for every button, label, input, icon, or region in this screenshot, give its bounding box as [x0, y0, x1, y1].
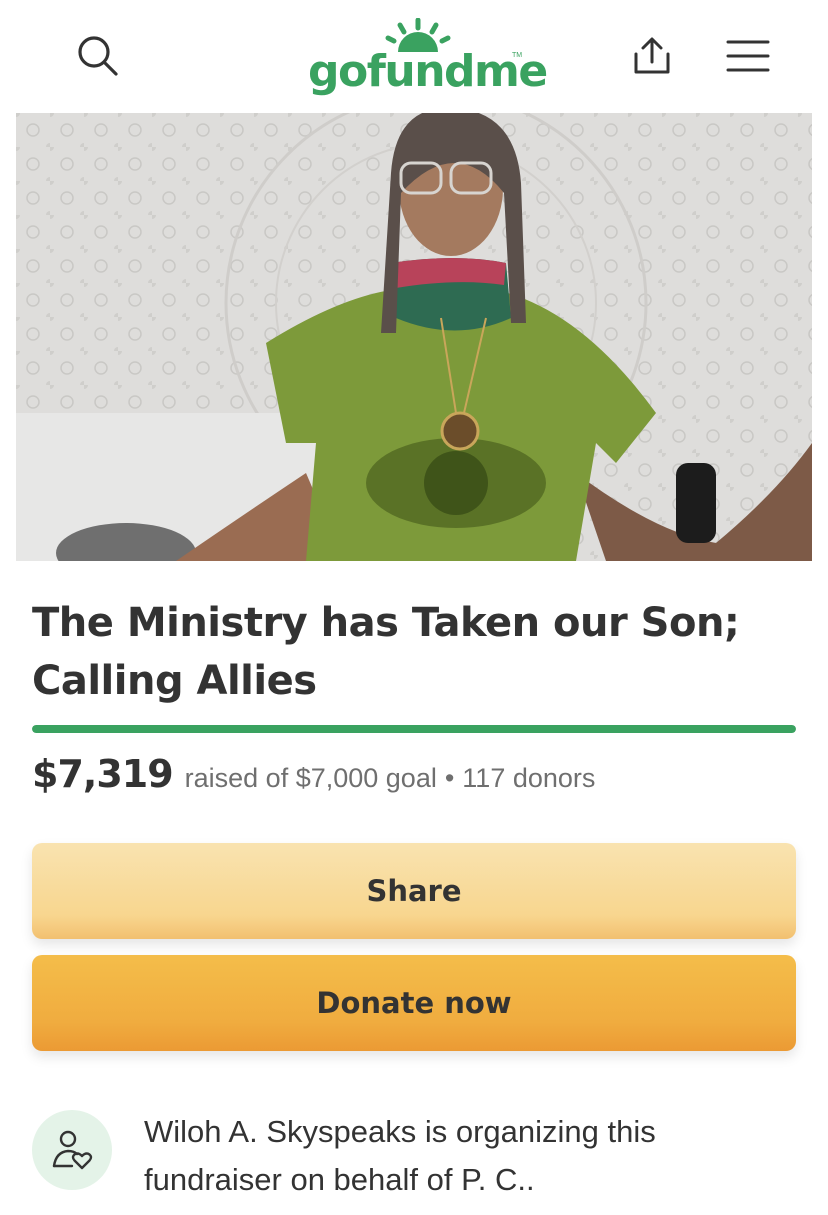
search-button[interactable]: [70, 28, 126, 84]
hamburger-menu-icon: [726, 40, 770, 72]
progress-bar-fill: [32, 725, 796, 733]
share-button[interactable]: Share: [32, 843, 796, 939]
organizer-info: Wiloh A. Skyspeaks is organizing this fu…: [32, 1108, 812, 1208]
fundraising-progress-bar: [32, 725, 796, 733]
gofundme-logo[interactable]: gofundme TM: [304, 18, 548, 98]
separator-dot: •: [444, 763, 455, 793]
goal-text: raised of $7,000 goal: [184, 763, 437, 793]
search-icon: [78, 36, 118, 76]
logo-trademark: TM: [512, 52, 523, 59]
organizer-text: Wiloh A. Skyspeaks is organizing this fu…: [144, 1114, 656, 1197]
share-upload-icon: [634, 37, 670, 74]
campaign-hero-image[interactable]: [16, 113, 812, 561]
donor-count[interactable]: 117 donors: [462, 763, 595, 794]
campaign-photo: [16, 113, 812, 561]
person-heart-icon: [52, 1130, 93, 1170]
menu-button[interactable]: [720, 28, 776, 84]
share-header-button[interactable]: [624, 28, 680, 84]
top-header: gofundme TM: [0, 0, 828, 112]
fundraising-stats: $7,319 raised of $7,000 goal • 117 donor…: [32, 752, 812, 796]
donate-now-button[interactable]: Donate now: [32, 955, 796, 1051]
campaign-title: The Ministry has Taken our Son; Calling …: [32, 600, 740, 704]
amount-raised: $7,319: [32, 752, 174, 796]
organizer-avatar: [32, 1110, 112, 1190]
logo-wordmark: gofundme: [308, 46, 548, 97]
